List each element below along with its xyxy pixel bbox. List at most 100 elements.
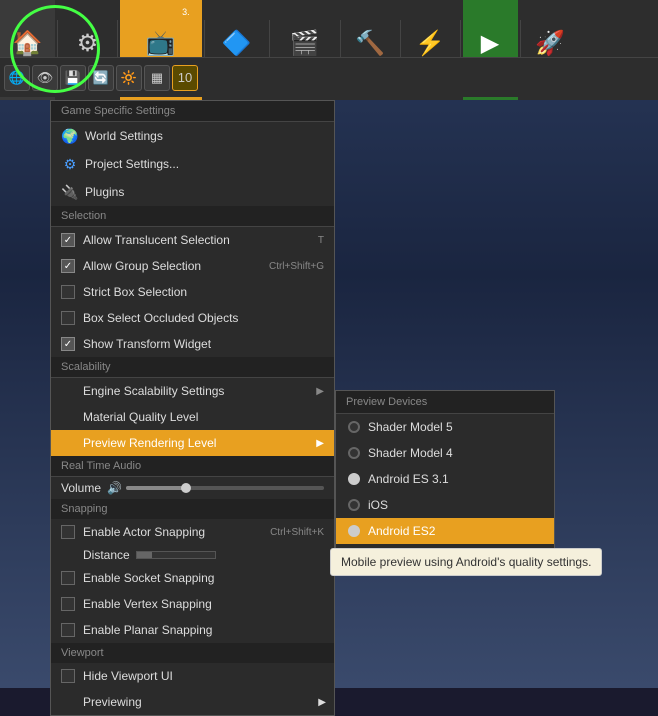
es31-badge: 3. bbox=[178, 6, 194, 18]
world-settings-label: World Settings bbox=[85, 129, 324, 143]
distance-row: Distance bbox=[51, 545, 334, 565]
tooltip-text: Mobile preview using Android's quality s… bbox=[341, 555, 591, 569]
previewing-arrow: ▶ bbox=[318, 697, 326, 708]
blueprints-icon: 🔷 bbox=[222, 29, 252, 58]
settings-dropdown-menu: Game Specific Settings 🌍 World Settings … bbox=[50, 100, 335, 716]
menu-item-enable-planar[interactable]: Enable Planar Snapping bbox=[51, 617, 334, 643]
viewport-label: Viewport bbox=[51, 643, 334, 663]
realtime-audio-label: Real Time Audio bbox=[51, 456, 334, 477]
menu-item-material-quality[interactable]: Material Quality Level bbox=[51, 404, 334, 430]
enable-planar-checkbox[interactable] bbox=[61, 623, 75, 637]
show-transform-checkbox[interactable] bbox=[61, 337, 75, 351]
preview-rendering-label: Preview Rendering Level bbox=[61, 436, 312, 450]
volume-slider[interactable] bbox=[126, 486, 324, 490]
play-icon: ▶ bbox=[481, 29, 499, 58]
shader-model-4-label: Shader Model 4 bbox=[368, 446, 453, 460]
menu-item-strict-box[interactable]: Strict Box Selection bbox=[51, 279, 334, 305]
tooltip: Mobile preview using Android's quality s… bbox=[330, 548, 602, 576]
submenu-item-ios[interactable]: iOS bbox=[336, 492, 554, 518]
toolbar2-icons: 🌐 👁 💾 🔄 🔆 ▦ 10 bbox=[0, 65, 202, 91]
android-es31-label: Android ES 3.1 bbox=[368, 472, 449, 486]
menu-item-box-select-occluded[interactable]: Box Select Occluded Objects bbox=[51, 305, 334, 331]
menu-item-hide-viewport-ui[interactable]: Hide Viewport UI bbox=[51, 663, 334, 689]
enable-actor-label: Enable Actor Snapping bbox=[83, 525, 260, 539]
place-icon: 🏠 bbox=[13, 29, 43, 58]
preview-devices-submenu: Preview Devices Shader Model 5 Shader Mo… bbox=[335, 390, 555, 571]
submenu-item-shader-model-5[interactable]: Shader Model 5 bbox=[336, 414, 554, 440]
enable-socket-label: Enable Socket Snapping bbox=[83, 571, 324, 585]
enable-planar-label: Enable Planar Snapping bbox=[83, 623, 324, 637]
allow-translucent-label: Allow Translucent Selection bbox=[83, 233, 308, 247]
compile-icon: ⚡ bbox=[415, 29, 445, 58]
allow-group-shortcut: Ctrl+Shift+G bbox=[269, 261, 324, 272]
menu-item-plugins[interactable]: 🔌 Plugins bbox=[51, 178, 334, 206]
shader-model-5-radio bbox=[348, 421, 360, 433]
ios-radio bbox=[348, 499, 360, 511]
launch-icon: 🚀 bbox=[535, 29, 565, 58]
volume-label: Volume bbox=[61, 481, 101, 495]
toolbar2-number-icon[interactable]: 10 bbox=[172, 65, 198, 91]
toolbar2-number-label: 10 bbox=[178, 70, 192, 85]
toolbar2-grid-icon[interactable]: ▦ bbox=[144, 65, 170, 91]
ios-label: iOS bbox=[368, 498, 388, 512]
settings-icon: ⚙ bbox=[77, 29, 99, 58]
menu-item-preview-rendering[interactable]: Preview Rendering Level ▶ bbox=[51, 430, 334, 456]
distance-bar-fill bbox=[137, 552, 152, 558]
shader-model-5-label: Shader Model 5 bbox=[368, 420, 453, 434]
menu-item-allow-translucent[interactable]: Allow Translucent Selection T bbox=[51, 227, 334, 253]
menu-item-enable-actor[interactable]: Enable Actor Snapping Ctrl+Shift+K bbox=[51, 519, 334, 545]
toolbar2-eye-icon[interactable]: 👁 bbox=[32, 65, 58, 91]
es31-icon: 📺 bbox=[146, 29, 176, 58]
world-settings-icon: 🌍 bbox=[61, 127, 79, 145]
submenu-item-shader-model-4[interactable]: Shader Model 4 bbox=[336, 440, 554, 466]
engine-scalability-label: Engine Scalability Settings bbox=[61, 384, 312, 398]
box-select-occluded-checkbox[interactable] bbox=[61, 311, 75, 325]
project-settings-label: Project Settings... bbox=[85, 157, 324, 171]
allow-group-label: Allow Group Selection bbox=[83, 259, 259, 273]
toolbar2-save-icon[interactable]: 💾 bbox=[60, 65, 86, 91]
toolbar2-refresh-icon[interactable]: 🔄 bbox=[88, 65, 114, 91]
submenu-item-android-es2[interactable]: Android ES2 bbox=[336, 518, 554, 544]
enable-socket-checkbox[interactable] bbox=[61, 571, 75, 585]
project-settings-icon: ⚙ bbox=[61, 155, 79, 173]
allow-translucent-checkbox[interactable] bbox=[61, 233, 75, 247]
engine-scalability-arrow: ▶ bbox=[316, 386, 324, 397]
preview-rendering-arrow: ▶ bbox=[316, 438, 324, 449]
menu-item-world-settings[interactable]: 🌍 World Settings bbox=[51, 122, 334, 150]
snapping-label: Snapping bbox=[51, 499, 334, 519]
shader-model-4-radio bbox=[348, 447, 360, 459]
menu-item-project-settings[interactable]: ⚙ Project Settings... bbox=[51, 150, 334, 178]
scalability-label: Scalability bbox=[51, 357, 334, 378]
menu-item-allow-group[interactable]: Allow Group Selection Ctrl+Shift+G bbox=[51, 253, 334, 279]
enable-actor-shortcut: Ctrl+Shift+K bbox=[270, 527, 324, 538]
plugins-label: Plugins bbox=[85, 185, 324, 199]
android-es31-radio bbox=[348, 473, 360, 485]
distance-bar[interactable] bbox=[136, 551, 216, 559]
plugins-icon: 🔌 bbox=[61, 183, 79, 201]
menu-item-previewing[interactable]: Previewing ▶ bbox=[51, 689, 334, 715]
preview-devices-header: Preview Devices bbox=[336, 391, 554, 414]
cinematics-icon: 🎬 bbox=[290, 29, 320, 58]
toolbar2-light-icon[interactable]: 🔆 bbox=[116, 65, 142, 91]
selection-label: Selection bbox=[51, 206, 334, 227]
allow-group-checkbox[interactable] bbox=[61, 259, 75, 273]
strict-box-checkbox[interactable] bbox=[61, 285, 75, 299]
menu-item-show-transform[interactable]: Show Transform Widget bbox=[51, 331, 334, 357]
show-transform-label: Show Transform Widget bbox=[83, 337, 324, 351]
menu-item-enable-vertex[interactable]: Enable Vertex Snapping bbox=[51, 591, 334, 617]
volume-icon: 🔊 bbox=[107, 481, 122, 495]
menu-item-engine-scalability[interactable]: Engine Scalability Settings ▶ bbox=[51, 378, 334, 404]
volume-slider-thumb[interactable] bbox=[181, 483, 191, 493]
android-es2-radio bbox=[348, 525, 360, 537]
volume-container: Volume 🔊 bbox=[51, 477, 334, 499]
hide-viewport-checkbox[interactable] bbox=[61, 669, 75, 683]
enable-vertex-label: Enable Vertex Snapping bbox=[83, 597, 324, 611]
enable-actor-checkbox[interactable] bbox=[61, 525, 75, 539]
toolbar-row2: 🌐 👁 💾 🔄 🔆 ▦ 10 bbox=[0, 57, 658, 97]
toolbar2-globe-icon[interactable]: 🌐 bbox=[4, 65, 30, 91]
menu-item-enable-socket[interactable]: Enable Socket Snapping bbox=[51, 565, 334, 591]
enable-vertex-checkbox[interactable] bbox=[61, 597, 75, 611]
android-es2-label: Android ES2 bbox=[368, 524, 435, 538]
strict-box-label: Strict Box Selection bbox=[83, 285, 324, 299]
submenu-item-android-es31[interactable]: Android ES 3.1 bbox=[336, 466, 554, 492]
